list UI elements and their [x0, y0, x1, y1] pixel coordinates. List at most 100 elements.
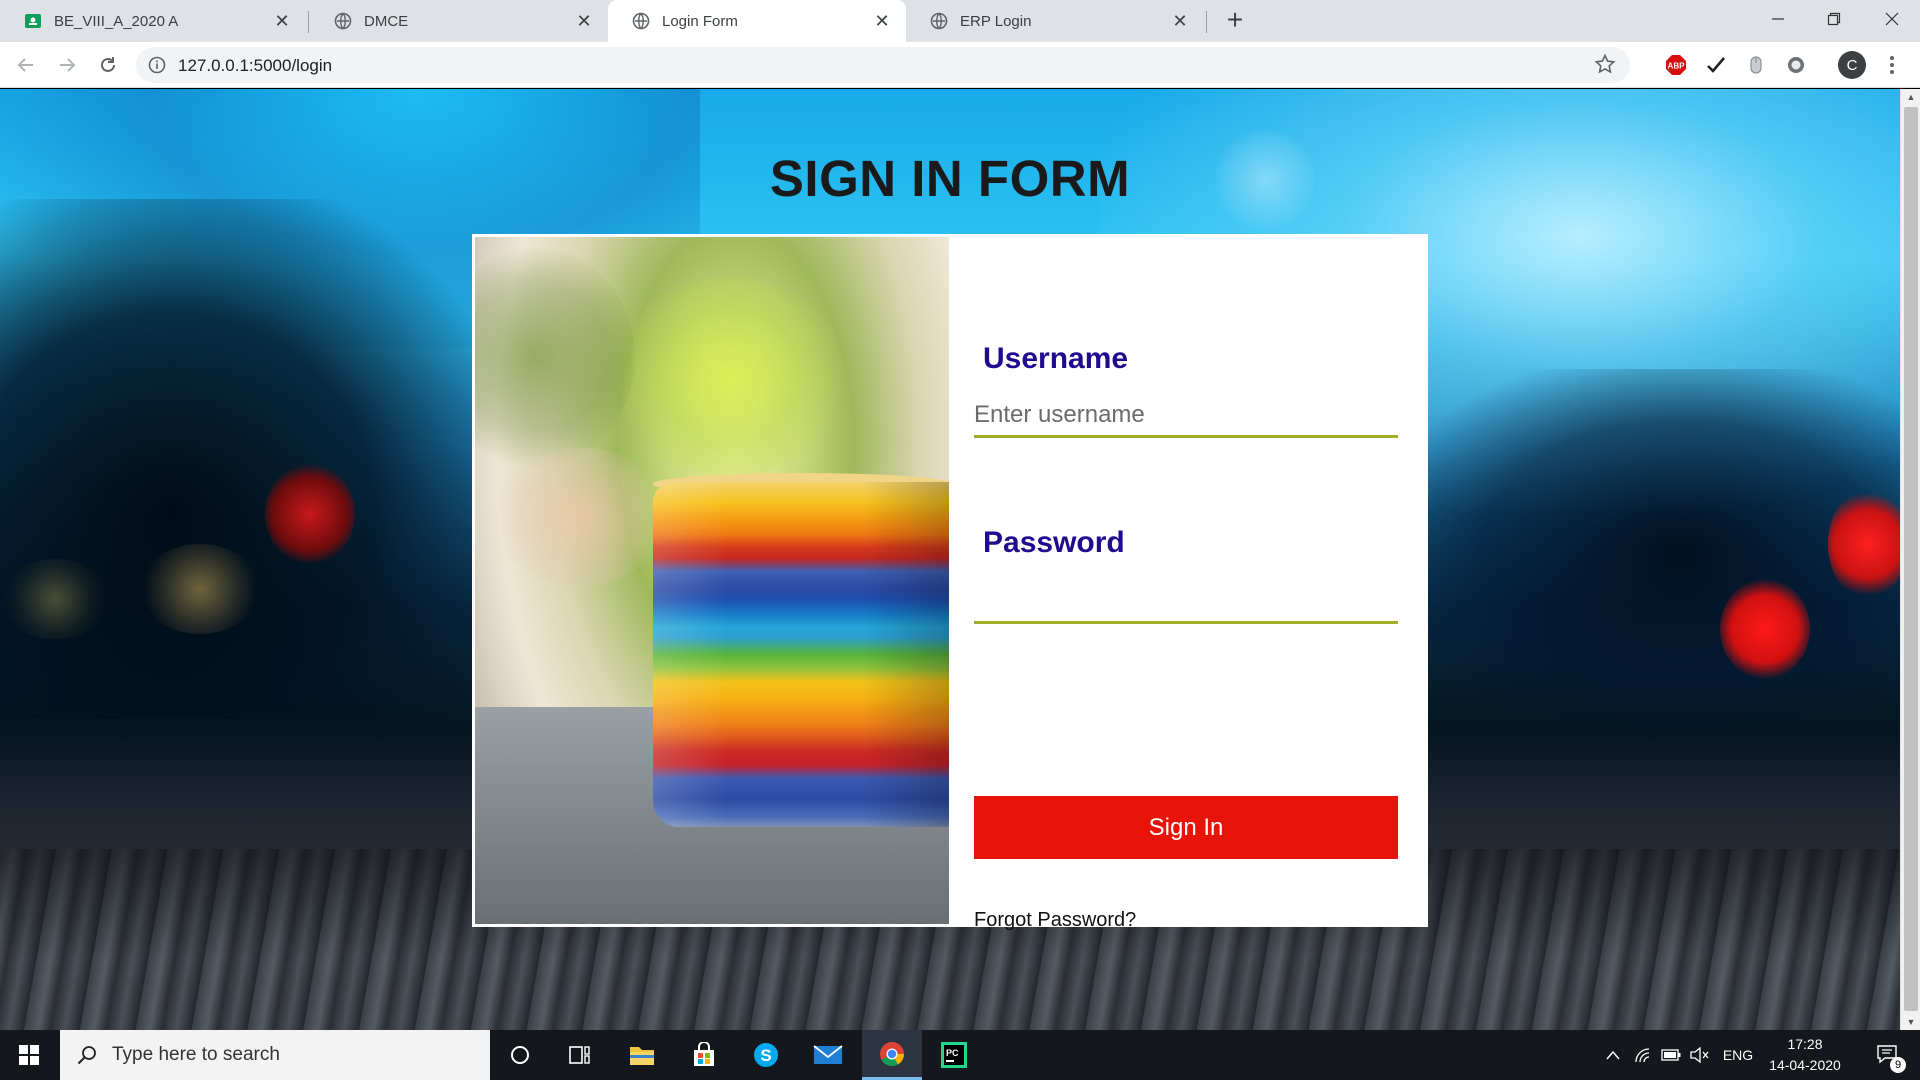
url-text: 127.0.0.1:5000/login: [178, 56, 333, 75]
close-tab-icon[interactable]: ✕: [1170, 11, 1190, 31]
forward-arrow-icon: [60, 58, 76, 72]
background-bokeh: [140, 544, 260, 634]
scroll-down-icon[interactable]: ▼: [1901, 1014, 1920, 1030]
store-button[interactable]: [674, 1030, 734, 1080]
screen: BE_VIII_A_2020 A ✕ DMCE ✕ Login Form ✕ E…: [0, 0, 1920, 1080]
tab-divider: [308, 11, 309, 33]
info-icon[interactable]: [148, 56, 166, 79]
background-shadow: [1400, 369, 1900, 729]
forward-button[interactable]: [53, 51, 81, 79]
tab-strip: BE_VIII_A_2020 A ✕ DMCE ✕ Login Form ✕ E…: [0, 0, 1920, 42]
page-title: SIGN IN FORM: [769, 150, 1131, 207]
volume-muted-icon[interactable]: [1686, 1030, 1712, 1080]
minimize-icon: [1772, 18, 1784, 20]
background-bokeh: [0, 559, 110, 639]
task-view-icon: [569, 1046, 590, 1064]
tab-be-viii[interactable]: BE_VIII_A_2020 A ✕: [0, 0, 306, 42]
cortana-button[interactable]: [490, 1030, 550, 1080]
tab-label: BE_VIII_A_2020 A: [54, 12, 179, 30]
scroll-up-icon[interactable]: ▲: [1901, 89, 1920, 105]
file-explorer-button[interactable]: [612, 1030, 672, 1080]
background-bokeh: [1828, 489, 1900, 599]
pycharm-button[interactable]: PC: [924, 1030, 984, 1080]
globe-icon: [930, 12, 948, 30]
clock-time: 17:28: [1787, 1036, 1823, 1052]
chrome-button[interactable]: [862, 1030, 922, 1080]
signin-card: Username Password Sign In Forgot Passwor…: [472, 234, 1428, 931]
folder-icon: [630, 1047, 654, 1065]
reload-icon: [101, 57, 115, 72]
skype-icon: S: [754, 1043, 778, 1067]
photo-bokeh: [495, 447, 665, 587]
username-input[interactable]: [974, 394, 1398, 438]
tab-login-form[interactable]: Login Form ✕: [608, 0, 906, 42]
mouse-icon[interactable]: [1744, 53, 1768, 77]
close-tab-icon[interactable]: ✕: [872, 11, 892, 31]
action-center-button[interactable]: 9: [1866, 1030, 1910, 1080]
globe-icon: [334, 12, 352, 30]
back-button[interactable]: [12, 51, 40, 79]
password-input[interactable]: [974, 580, 1398, 624]
tab-dmce[interactable]: DMCE ✕: [310, 0, 608, 42]
tab-erp-login[interactable]: ERP Login ✕: [906, 0, 1204, 42]
skype-button[interactable]: S: [736, 1030, 796, 1080]
page-scrollbar[interactable]: ▲ ▼: [1900, 89, 1920, 1030]
circle-icon[interactable]: [1784, 53, 1808, 77]
classroom-icon: [24, 12, 42, 30]
address-bar[interactable]: 127.0.0.1:5000/login: [136, 47, 1630, 83]
checkmark-icon[interactable]: [1704, 53, 1728, 77]
start-button[interactable]: [0, 1030, 58, 1080]
notification-badge: 9: [1890, 1057, 1906, 1073]
tab-divider: [1206, 11, 1207, 33]
task-view-button[interactable]: [550, 1030, 610, 1080]
sign-in-button[interactable]: Sign In: [974, 796, 1398, 859]
mail-button[interactable]: [798, 1030, 858, 1080]
forgot-password-link[interactable]: Forgot Password?: [974, 909, 1136, 932]
reload-button[interactable]: [94, 51, 122, 79]
svg-text:S: S: [760, 1046, 771, 1065]
taskbar-search[interactable]: Type here to search: [60, 1030, 490, 1080]
tab-label: DMCE: [364, 12, 409, 30]
close-tab-icon[interactable]: ✕: [574, 11, 594, 31]
taskbar-clock[interactable]: 17:28 14-04-2020: [1760, 1034, 1850, 1076]
new-tab-button[interactable]: +: [1220, 6, 1250, 36]
photo-bokeh: [475, 247, 635, 467]
adblock-icon[interactable]: ABP: [1664, 53, 1688, 77]
mug-photo: [475, 237, 949, 924]
bookmark-star-icon[interactable]: [1594, 53, 1616, 80]
background-shadow: [0, 199, 490, 719]
username-label: Username: [983, 342, 1129, 375]
scroll-thumb[interactable]: [1904, 107, 1918, 1011]
password-label: Password: [983, 526, 1125, 559]
windows-logo-icon: [19, 1045, 39, 1065]
page-viewport: SIGN IN FORM Username Password Sign In F…: [0, 89, 1900, 1030]
background-bokeh: [265, 464, 355, 564]
photo-bokeh: [615, 277, 845, 477]
chrome-icon: [880, 1041, 904, 1066]
windows-taskbar: Type here to search S PC ENG 17:28 14-04…: [0, 1030, 1920, 1080]
svg-text:PC: PC: [946, 1048, 959, 1058]
background-bokeh: [1720, 579, 1810, 679]
restore-button[interactable]: [1806, 0, 1862, 38]
close-window-button[interactable]: [1864, 0, 1920, 38]
wifi-icon[interactable]: [1630, 1030, 1656, 1080]
tab-label: ERP Login: [960, 12, 1032, 30]
svg-text:ABP: ABP: [1668, 62, 1686, 71]
cortana-icon: [511, 1046, 529, 1064]
mail-icon: [813, 1045, 843, 1064]
browser-toolbar: 127.0.0.1:5000/login ABP C: [0, 42, 1920, 88]
tray-overflow-icon[interactable]: [1600, 1030, 1626, 1080]
language-indicator[interactable]: ENG: [1716, 1030, 1760, 1080]
battery-icon[interactable]: [1658, 1030, 1684, 1080]
search-icon: [77, 1046, 96, 1065]
store-icon: [694, 1042, 714, 1066]
taskbar-search-placeholder: Type here to search: [112, 1044, 280, 1065]
restore-icon: [1827, 12, 1841, 26]
rainbow-mug: [653, 482, 949, 827]
profile-avatar[interactable]: C: [1838, 51, 1866, 79]
close-tab-icon[interactable]: ✕: [272, 11, 292, 31]
globe-icon: [632, 12, 650, 30]
minimize-button[interactable]: [1750, 0, 1806, 38]
menu-kebab-icon[interactable]: [1880, 53, 1904, 77]
clock-date: 14-04-2020: [1769, 1057, 1841, 1073]
